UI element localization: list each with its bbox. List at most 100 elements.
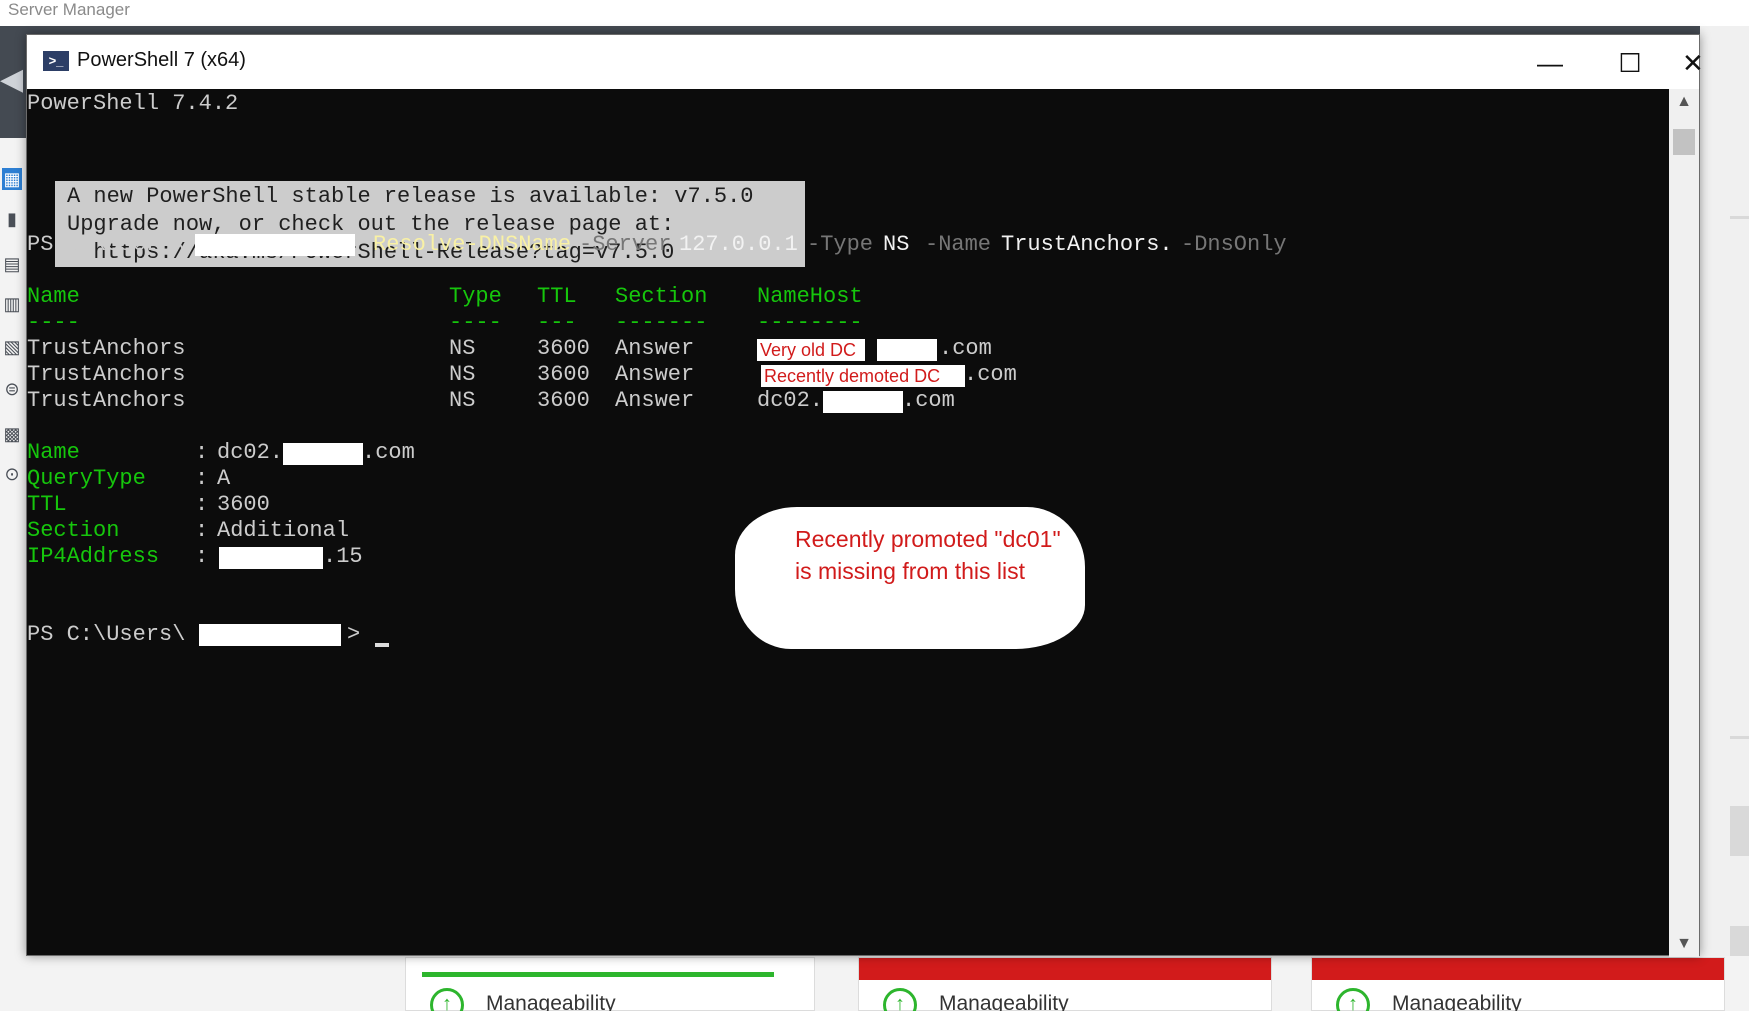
dashboard-icon[interactable]: ▦: [2, 168, 22, 190]
cmdlet: Resolve-DNSName: [373, 232, 572, 257]
record-value: A: [217, 466, 231, 491]
file-storage-icon[interactable]: ⊜: [2, 378, 22, 400]
table-divider: -------: [615, 310, 708, 335]
table-cell-namehost: dc02.: [757, 388, 824, 413]
server-manager-right-edge: [1700, 26, 1749, 1011]
record-value: .15: [323, 544, 363, 569]
tools-icon[interactable]: ⊙: [2, 463, 22, 485]
table-header: NameHost: [757, 284, 863, 309]
table-cell-type: NS: [449, 336, 476, 361]
ad-ds-icon[interactable]: ▥: [2, 293, 22, 315]
record-colon: :: [195, 518, 209, 543]
annotation-label: Very old DC: [757, 339, 865, 361]
scroll-up-icon[interactable]: ▲: [1669, 89, 1699, 115]
value-server: 127.0.0.1: [679, 232, 798, 257]
scroll-thumb[interactable]: [1673, 129, 1695, 155]
table-cell-name: TrustAnchors: [27, 362, 186, 387]
record-key: QueryType: [27, 466, 146, 491]
tile-manageability[interactable]: ↑ Manageability: [1311, 957, 1725, 1011]
up-arrow-icon: ↑: [883, 988, 917, 1011]
table-cell-type: NS: [449, 362, 476, 387]
callout-text: Recently promoted "dc01" is missing from…: [795, 526, 1061, 584]
record-colon: :: [195, 466, 209, 491]
record-key: TTL: [27, 492, 67, 517]
tile-manageability[interactable]: ↑ Manageability: [858, 957, 1272, 1011]
table-cell-name: TrustAnchors: [27, 336, 186, 361]
param-server: -Server: [579, 232, 672, 257]
record-key: IP4Address: [27, 544, 160, 569]
tile-label: Manageability: [486, 992, 616, 1011]
record-colon: :: [195, 440, 209, 465]
record-value: Additional: [217, 518, 350, 543]
table-header: Name: [27, 284, 80, 309]
status-line: [422, 972, 774, 977]
scroll-down-icon[interactable]: ▼: [1669, 931, 1699, 957]
table-cell-name: TrustAnchors: [27, 388, 186, 413]
table-divider: --------: [757, 310, 863, 335]
up-arrow-icon: ↑: [430, 988, 464, 1011]
table-cell-type: NS: [449, 388, 476, 413]
record-value: dc02.: [217, 440, 284, 465]
record-colon: :: [195, 544, 209, 569]
record-value: .com: [362, 440, 415, 465]
table-header: Section: [615, 284, 708, 309]
maximize-button[interactable]: ☐: [1602, 45, 1658, 81]
table-divider: ---: [537, 310, 577, 335]
text-cursor: [375, 643, 389, 647]
param-type: -Type: [807, 232, 874, 257]
redaction: [195, 234, 355, 256]
close-button[interactable]: ✕: [1682, 45, 1704, 81]
divider: [1730, 216, 1749, 219]
table-cell-ttl: 3600: [537, 336, 590, 361]
redaction: [199, 624, 341, 646]
table-cell-ttl: 3600: [537, 362, 590, 387]
up-arrow-icon: ↑: [1336, 988, 1370, 1011]
server-manager-sidebar: ▦ ▮ ▤ ▥ ▧ ⊜ ▩ ⊙: [0, 138, 26, 1011]
param-name: -Name: [925, 232, 992, 257]
all-servers-icon[interactable]: ▤: [2, 253, 22, 275]
redaction: [823, 391, 903, 413]
console-output[interactable]: PowerShell 7.4.2 A new PowerShell stable…: [27, 89, 1701, 957]
record-key: Section: [27, 518, 120, 543]
status-stripe: [859, 958, 1271, 980]
callout-bubble: Recently promoted "dc01" is missing from…: [735, 507, 1085, 649]
window-title: PowerShell 7 (x64): [77, 49, 246, 71]
window-titlebar[interactable]: >_ PowerShell 7 (x64) — ☐ ✕: [27, 35, 1704, 89]
dns-icon[interactable]: ▧: [2, 336, 22, 358]
tile-manageability[interactable]: ↑ Manageability: [405, 957, 815, 1011]
table-cell-section: Answer: [615, 388, 695, 413]
version-line: PowerShell 7.4.2: [27, 91, 239, 116]
powershell-icon: >_: [43, 51, 69, 71]
minimize-button[interactable]: —: [1522, 45, 1578, 81]
record-value: 3600: [217, 492, 270, 517]
record-key: Name: [27, 440, 80, 465]
annotation-label: Recently demoted DC: [761, 365, 965, 387]
notice-line: A new PowerShell stable release is avail…: [67, 184, 754, 209]
value-type: NS: [883, 232, 910, 257]
tile-label: Manageability: [939, 992, 1069, 1011]
table-cell-ttl: 3600: [537, 388, 590, 413]
record-colon: :: [195, 492, 209, 517]
back-arrow-icon[interactable]: ◀: [0, 60, 26, 100]
vertical-scrollbar[interactable]: ▲ ▼: [1669, 89, 1699, 957]
panel-block: [1730, 806, 1749, 856]
tile-label: Manageability: [1392, 992, 1522, 1011]
powershell-window[interactable]: >_ PowerShell 7 (x64) — ☐ ✕ PowerShell 7…: [26, 34, 1704, 957]
table-cell-namehost: .com: [939, 336, 992, 361]
prompt-prefix: PS C:\Users\: [27, 232, 186, 257]
table-divider: ----: [449, 310, 502, 335]
table-header: Type: [449, 284, 502, 309]
table-cell-namehost: .com: [902, 388, 955, 413]
table-cell-namehost: .com: [964, 362, 1017, 387]
divider: [1730, 736, 1749, 739]
param-dnsonly: -DnsOnly: [1181, 232, 1287, 257]
status-stripe: [1312, 958, 1724, 980]
table-divider: ----: [27, 310, 80, 335]
iis-icon[interactable]: ▩: [2, 423, 22, 445]
table-header: TTL: [537, 284, 577, 309]
redaction: [877, 339, 937, 361]
value-name: TrustAnchors.: [1001, 232, 1173, 257]
local-server-icon[interactable]: ▮: [2, 208, 22, 230]
redaction: [283, 443, 363, 465]
table-cell-section: Answer: [615, 336, 695, 361]
